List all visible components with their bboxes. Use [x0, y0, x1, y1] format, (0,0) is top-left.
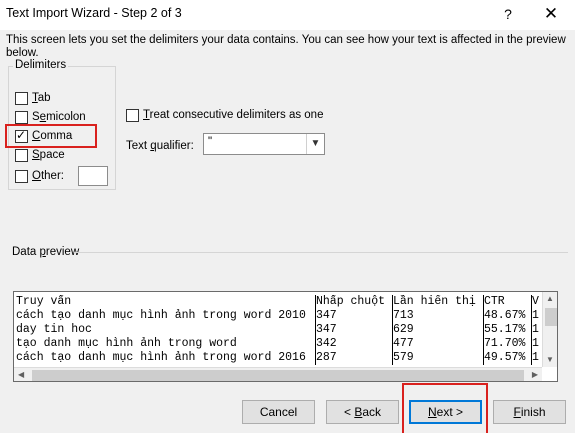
delimiters-group-label: Delimiters: [13, 59, 69, 71]
preview-cell: Nhấp chuột: [316, 295, 393, 309]
preview-cell: cách tạo danh mục hình ảnh trong word 20…: [16, 351, 316, 365]
preview-cell: cách tạo danh mục hình ảnh trong word 20…: [16, 309, 316, 323]
tab-label: Tab: [32, 92, 51, 104]
preview-cell: 71.70%: [484, 337, 532, 351]
consecutive-label: Treat consecutive delimiters as one: [143, 109, 324, 121]
preview-cell: day tin hoc: [16, 323, 316, 337]
preview-cell: tạo danh mục hình ảnh trong word: [16, 337, 316, 351]
preview-row: cách tạo danh mục hình ảnh trong word 20…: [16, 309, 544, 323]
data-preview-box[interactable]: Truy vấn Nhấp chuột Lần hiển thị CTR V c…: [13, 291, 558, 382]
text-qualifier-select[interactable]: " ▼: [203, 133, 325, 155]
instructions-text: This screen lets you set the delimiters …: [6, 34, 566, 59]
space-checkbox-box[interactable]: [15, 148, 28, 162]
preview-cell: 579: [393, 351, 484, 365]
preview-cell: 342: [316, 337, 393, 351]
other-checkbox[interactable]: Other:: [15, 168, 64, 184]
consecutive-delimiters-checkbox[interactable]: Treat consecutive delimiters as one: [126, 107, 323, 123]
vertical-scrollbar[interactable]: ▲ ▼: [542, 292, 557, 367]
space-label: Space: [32, 149, 65, 161]
close-icon[interactable]: ✕: [536, 3, 566, 25]
next-highlight-box: [402, 383, 488, 433]
data-preview-grid: Truy vấn Nhấp chuột Lần hiển thị CTR V c…: [16, 295, 544, 365]
preview-cell: 287: [316, 351, 393, 365]
window-title: Text Import Wizard - Step 2 of 3: [6, 6, 182, 20]
preview-cell: CTR: [484, 295, 532, 309]
preview-cell: 629: [393, 323, 484, 337]
semicolon-label: Semicolon: [32, 111, 86, 123]
other-checkbox-box[interactable]: [15, 169, 28, 183]
preview-cell: 55.17%: [484, 323, 532, 337]
back-button[interactable]: < Back: [326, 400, 399, 424]
text-qualifier-value: ": [208, 136, 213, 148]
vertical-scroll-thumb[interactable]: [545, 308, 557, 326]
cancel-button[interactable]: Cancel: [242, 400, 315, 424]
preview-cell: 477: [393, 337, 484, 351]
preview-cell: 713: [393, 309, 484, 323]
preview-cell: Truy vấn: [16, 295, 316, 309]
horizontal-scroll-thumb[interactable]: [32, 370, 524, 381]
scroll-right-icon[interactable]: ▶: [532, 370, 538, 379]
title-bar: Text Import Wizard - Step 2 of 3 ? ✕: [0, 0, 575, 30]
comma-highlight-box: [5, 124, 97, 148]
space-checkbox[interactable]: Space: [15, 147, 65, 163]
finish-button[interactable]: Finish: [493, 400, 566, 424]
preview-row: cách tạo danh mục hình ảnh trong word 20…: [16, 351, 544, 365]
other-label: Other:: [32, 170, 64, 182]
preview-row: tạo danh mục hình ảnh trong word 342 477…: [16, 337, 544, 351]
preview-cell: 48.67%: [484, 309, 532, 323]
horizontal-scrollbar[interactable]: ◀ ▶: [14, 367, 542, 381]
preview-row: day tin hoc 347 629 55.17% 1: [16, 323, 544, 337]
scroll-left-icon[interactable]: ◀: [18, 370, 24, 379]
scroll-down-icon[interactable]: ▼: [546, 355, 554, 364]
text-qualifier-label: Text qualifier:: [126, 140, 194, 152]
preview-row: Truy vấn Nhấp chuột Lần hiển thị CTR V: [16, 295, 544, 309]
consecutive-checkbox-box[interactable]: [126, 108, 139, 122]
data-preview-label: Data preview: [12, 246, 80, 258]
preview-cell: Lần hiển thị: [393, 295, 484, 309]
tab-checkbox-box[interactable]: [15, 91, 28, 105]
chevron-down-icon[interactable]: ▼: [306, 134, 324, 154]
semicolon-checkbox[interactable]: Semicolon: [15, 109, 86, 125]
data-preview-divider: [74, 252, 568, 253]
help-icon[interactable]: ?: [498, 4, 518, 24]
tab-checkbox[interactable]: Tab: [15, 90, 51, 106]
preview-cell: 347: [316, 323, 393, 337]
other-delimiter-input[interactable]: [78, 166, 108, 186]
preview-cell: 49.57%: [484, 351, 532, 365]
semicolon-checkbox-box[interactable]: [15, 110, 28, 124]
preview-cell: 347: [316, 309, 393, 323]
scroll-up-icon[interactable]: ▲: [546, 294, 554, 303]
